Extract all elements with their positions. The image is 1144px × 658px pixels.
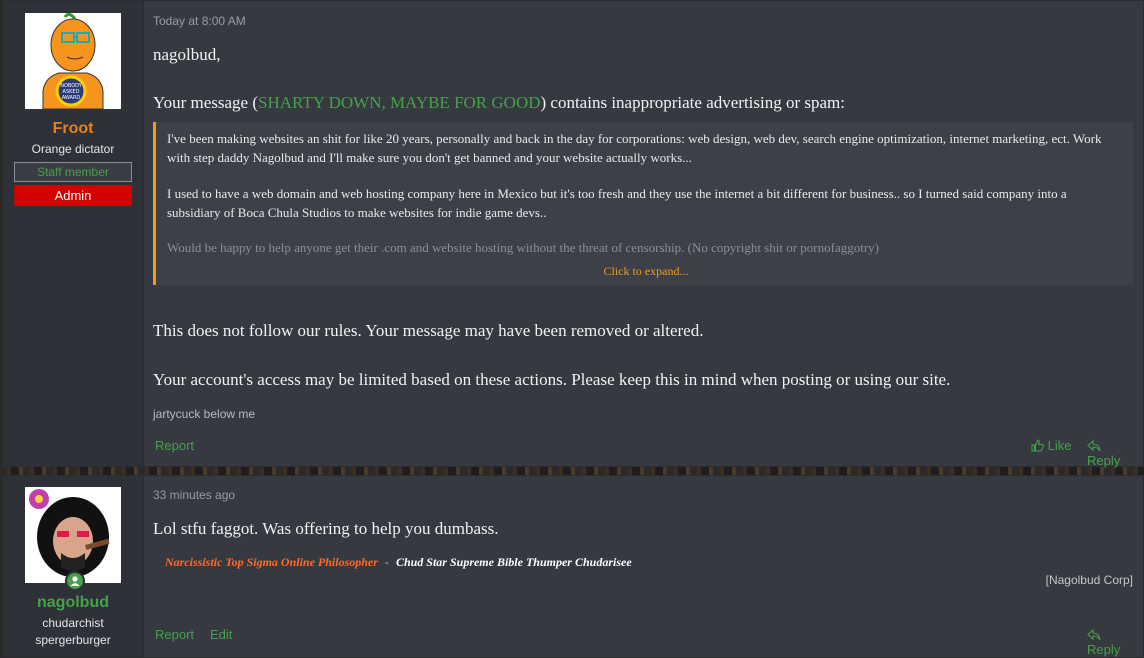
- greeting: nagolbud,: [153, 45, 221, 64]
- reply-icon: [1087, 628, 1101, 641]
- admin-badge: Admin: [14, 185, 132, 206]
- username[interactable]: Froot: [3, 120, 143, 138]
- avatar-label-3: AWARD: [62, 95, 81, 101]
- warning-prefix: Your message (: [153, 93, 258, 112]
- click-to-expand[interactable]: Click to expand...: [156, 264, 1136, 279]
- message-text: Lol stfu faggot. Was offering to help yo…: [153, 519, 499, 538]
- message-body: 33 minutes ago Lol stfu faggot. Was offe…: [153, 476, 1133, 657]
- thumbs-up-icon: [1031, 439, 1044, 452]
- quote-paragraph-1: I've been making websites an shit for li…: [167, 131, 1102, 165]
- username[interactable]: nagolbud: [3, 594, 143, 612]
- signature-part-b: Chud Star Supreme Bible Thumper Chudaris…: [395, 555, 632, 569]
- online-status-icon: [65, 571, 85, 591]
- post-timestamp[interactable]: 33 minutes ago: [153, 488, 235, 502]
- user-column: NOBODY ASKED AWARD Froot Orange dictator…: [3, 1, 144, 466]
- user-title-2: spergerburger: [35, 633, 111, 647]
- edit-link[interactable]: Edit: [210, 627, 232, 642]
- reply-label: Reply: [1087, 642, 1121, 657]
- thread-link[interactable]: SHARTY DOWN, MAYBE FOR GOOD: [258, 93, 541, 112]
- warning-line: Your message (SHARTY DOWN, MAYBE FOR GOO…: [153, 93, 845, 113]
- quote-paragraph-2: I used to have a web domain and web host…: [167, 186, 1067, 220]
- post-nagolbud: nagolbud chudarchist spergerburger 33 mi…: [2, 475, 1144, 658]
- message-body: Today at 8:00 AM nagolbud, Your message …: [153, 1, 1133, 468]
- user-title-1: chudarchist: [42, 616, 104, 630]
- post-timestamp[interactable]: Today at 8:00 AM: [153, 14, 246, 28]
- rules-notice: This does not follow our rules. Your mes…: [153, 321, 704, 340]
- access-notice: Your account's access may be limited bas…: [153, 370, 951, 389]
- reply-button[interactable]: Reply: [1087, 438, 1133, 468]
- user-column: nagolbud chudarchist spergerburger: [3, 476, 144, 657]
- avatar[interactable]: [25, 487, 121, 583]
- signature-separator: -: [384, 555, 389, 569]
- corp-tag: [Nagolbud Corp]: [1045, 573, 1133, 587]
- report-link[interactable]: Report: [155, 627, 194, 642]
- reply-label: Reply: [1087, 453, 1121, 468]
- user-title: Orange dictator: [31, 142, 115, 156]
- like-label: Like: [1047, 438, 1072, 453]
- quoted-message: I've been making websites an shit for li…: [153, 122, 1133, 285]
- signature: jartycuck below me: [153, 407, 256, 421]
- staff-badge: Staff member: [14, 162, 132, 182]
- avatar[interactable]: NOBODY ASKED AWARD: [25, 13, 121, 109]
- like-button[interactable]: Like: [1031, 438, 1071, 453]
- post-froot: NOBODY ASKED AWARD Froot Orange dictator…: [2, 0, 1144, 468]
- warning-suffix: ) contains inappropriate advertising or …: [540, 93, 846, 112]
- reply-icon: [1087, 439, 1101, 452]
- reply-button[interactable]: Reply: [1087, 627, 1133, 657]
- signature-line: Narcissistic Top Sigma Online Philosophe…: [165, 555, 632, 570]
- signature-part-a: Narcissistic Top Sigma Online Philosophe…: [165, 555, 378, 569]
- report-link[interactable]: Report: [155, 438, 194, 453]
- quote-paragraph-3: Would be happy to help anyone get their …: [167, 240, 879, 255]
